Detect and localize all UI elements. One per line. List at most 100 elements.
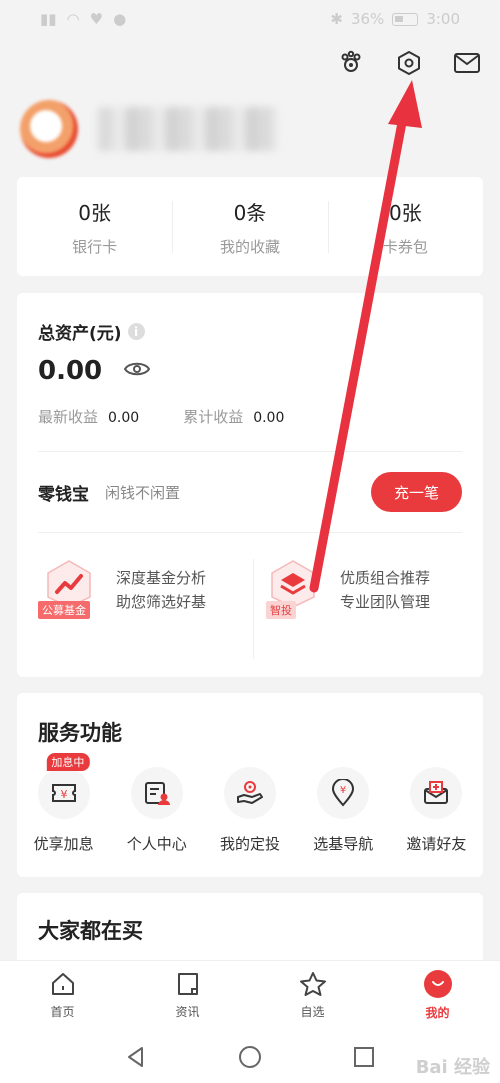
service-label: 个人中心 xyxy=(126,835,187,853)
svg-text:¥: ¥ xyxy=(340,785,346,796)
recents-icon[interactable] xyxy=(353,1046,375,1068)
services-title: 服务功能 xyxy=(38,721,122,745)
back-icon[interactable] xyxy=(125,1046,147,1068)
home-circle-icon[interactable] xyxy=(238,1045,262,1069)
promo-badge: 公募基金 xyxy=(38,601,90,619)
recharge-button[interactable]: 充一笔 xyxy=(371,472,462,512)
signal-icon: ▮▮ xyxy=(40,10,57,28)
promo-line: 深度基金分析 xyxy=(116,569,207,587)
nav-label: 我的 xyxy=(425,1006,450,1020)
svg-text:¥: ¥ xyxy=(60,788,67,801)
status-right-icons: ✱ 36% 3:00 xyxy=(330,10,460,28)
latest-earnings-value: 0.00 xyxy=(108,410,140,426)
service-my-sip[interactable]: 我的定投 xyxy=(203,767,296,854)
total-assets-label: 总资产(元) xyxy=(38,324,122,344)
eye-icon[interactable] xyxy=(124,360,151,382)
stat-favorites[interactable]: 0条 我的收藏 xyxy=(172,197,327,257)
header-actions xyxy=(336,48,482,78)
assets-card: 总资产(元) i 0.00 最新收益 0.00 累计收益 0.00 零钱宝 闲钱不闲… xyxy=(17,293,483,677)
info-icon[interactable]: i xyxy=(127,323,145,340)
bluetooth-icon: ✱ xyxy=(330,10,343,28)
service-personal-center[interactable]: 个人中心 xyxy=(110,767,203,854)
total-earnings-value: 0.00 xyxy=(253,410,285,426)
paw-icon[interactable] xyxy=(336,48,366,78)
stat-label: 卡券包 xyxy=(382,237,428,256)
stat-label: 银行卡 xyxy=(72,237,118,256)
promo-badge: 智投 xyxy=(266,601,296,619)
battery-percent: 36% xyxy=(350,10,385,28)
total-earnings: 累计收益 0.00 xyxy=(183,406,284,427)
stat-label: 我的收藏 xyxy=(219,237,280,256)
layers-icon: 智投 xyxy=(262,559,324,621)
nav-label: 首页 xyxy=(50,1005,75,1019)
interest-tag: 加息中 xyxy=(46,753,90,771)
assets-value-row: 0.00 xyxy=(38,356,462,386)
lingqian-row[interactable]: 零钱宝 闲钱不闲置 充一笔 xyxy=(38,462,462,522)
service-invite-friends[interactable]: 邀请好友 xyxy=(390,767,483,854)
news-icon xyxy=(177,973,198,995)
coupon-yen-icon: ¥ xyxy=(37,767,90,819)
settings-icon[interactable] xyxy=(394,48,424,78)
stats-card: 0张 银行卡 0条 我的收藏 0张 卡券包 xyxy=(17,177,483,276)
promo-public-fund[interactable]: 公募基金 深度基金分析 助您筛选好基 xyxy=(38,559,238,621)
app-notification-icon: ♥ xyxy=(89,10,104,28)
profile-header[interactable] xyxy=(20,98,320,160)
stat-coupons[interactable]: 0张 卡券包 xyxy=(327,197,483,257)
nav-home[interactable]: 首页 xyxy=(0,961,125,1030)
total-earnings-label: 累计收益 xyxy=(183,408,244,426)
id-card-icon xyxy=(130,767,183,819)
earnings-row: 最新收益 0.00 累计收益 0.00 xyxy=(38,406,462,427)
promo-text: 深度基金分析 助您筛选好基 xyxy=(116,566,206,614)
nav-label: 自选 xyxy=(300,1005,325,1019)
stat-value: 0张 xyxy=(388,200,422,225)
services-row: 加息中 ¥ 优享加息 个人中心 我的定投 ¥ 选基导航 邀请好友 xyxy=(17,753,483,854)
promo-text: 优质组合推荐 专业团队管理 xyxy=(340,566,430,614)
hand-coin-icon xyxy=(224,767,276,819)
stat-bank-cards[interactable]: 0张 银行卡 xyxy=(17,197,172,257)
services-card: 服务功能 加息中 ¥ 优享加息 个人中心 我的定投 ¥ 选基导航 邀请好友 xyxy=(17,693,483,877)
total-assets-title: 总资产(元) i xyxy=(38,319,462,344)
total-assets-value: 0.00 xyxy=(38,356,103,386)
service-label: 邀请好友 xyxy=(406,835,467,853)
promo-line: 优质组合推荐 xyxy=(340,569,431,587)
bottom-nav: 首页 资讯 自选 我的 xyxy=(0,960,500,1030)
wifi-icon: ◠ xyxy=(66,10,80,28)
promo-line: 助您筛选好基 xyxy=(116,593,207,611)
service-label: 我的定投 xyxy=(220,835,281,853)
service-premium-interest[interactable]: 加息中 ¥ 优享加息 xyxy=(17,753,110,854)
divider xyxy=(38,532,462,533)
service-label: 优享加息 xyxy=(33,835,94,853)
star-icon xyxy=(299,972,326,996)
nav-me[interactable]: 我的 xyxy=(375,961,500,1030)
latest-earnings: 最新收益 0.00 xyxy=(38,406,139,427)
nav-news[interactable]: 资讯 xyxy=(125,961,250,1030)
message-icon: ● xyxy=(113,10,127,28)
clock: 3:00 xyxy=(426,10,460,28)
hot-products-title: 大家都在买 xyxy=(38,919,143,943)
service-label: 选基导航 xyxy=(313,835,374,853)
battery-icon xyxy=(392,12,419,26)
fund-chart-icon: 公募基金 xyxy=(38,559,100,621)
lingqian-subtitle: 闲钱不闲置 xyxy=(105,483,181,502)
lingqian-title: 零钱宝 xyxy=(38,484,89,505)
mail-icon[interactable] xyxy=(452,48,482,78)
promo-row: 公募基金 深度基金分析 助您筛选好基 智投 优质组合推荐 专业团队管理 xyxy=(38,559,462,659)
promo-smart-invest[interactable]: 智投 优质组合推荐 专业团队管理 xyxy=(238,559,462,621)
avatar[interactable] xyxy=(20,100,78,158)
nav-watchlist[interactable]: 自选 xyxy=(250,961,375,1030)
promo-line: 专业团队管理 xyxy=(340,593,431,611)
nav-label: 资讯 xyxy=(175,1005,200,1019)
location-yen-icon: ¥ xyxy=(317,767,370,819)
divider xyxy=(38,451,462,452)
me-icon xyxy=(423,970,452,998)
status-bar: ▮▮ ◠ ♥ ● ✱ 36% 3:00 xyxy=(0,0,500,38)
stat-value: 0条 xyxy=(233,200,267,225)
service-fund-navigator[interactable]: ¥ 选基导航 xyxy=(297,767,390,854)
blurred-username xyxy=(98,107,278,151)
home-icon xyxy=(51,973,74,995)
stat-value: 0张 xyxy=(78,200,112,225)
watermark: Bai 经验 xyxy=(415,1057,490,1078)
latest-earnings-label: 最新收益 xyxy=(38,408,99,426)
invite-envelope-icon xyxy=(410,767,463,819)
status-left-icons: ▮▮ ◠ ♥ ● xyxy=(40,10,126,28)
